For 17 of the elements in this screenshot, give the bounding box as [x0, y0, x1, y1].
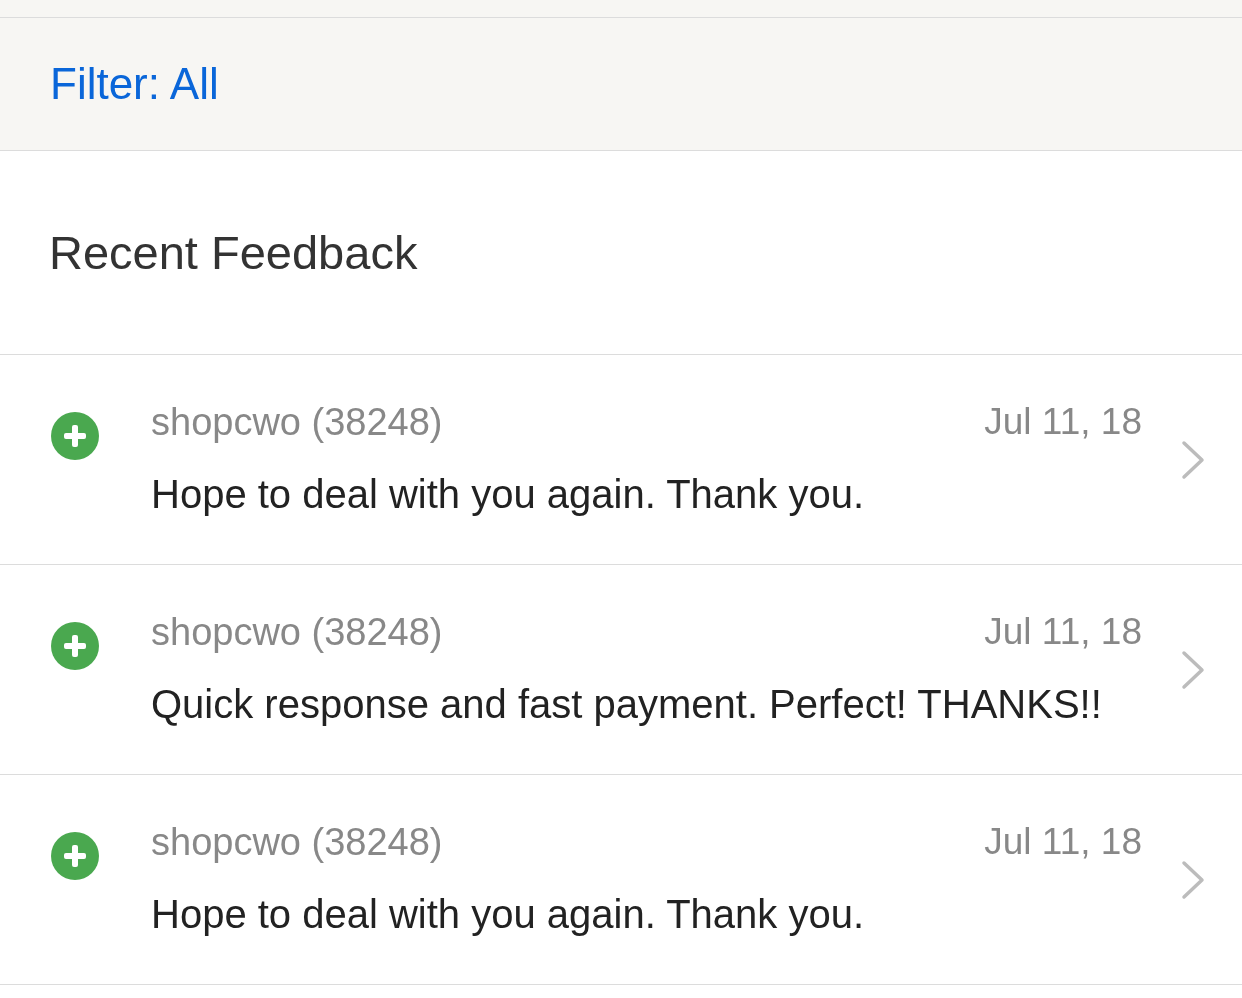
chevron-right-icon[interactable] — [1181, 649, 1205, 690]
seller-name: shopcwo (38248) — [151, 820, 443, 865]
section-title: Recent Feedback — [49, 224, 418, 281]
chevron-right-icon[interactable] — [1181, 439, 1205, 480]
seller-name: shopcwo (38248) — [151, 400, 443, 445]
feedback-date: Jul 11, 18 — [984, 400, 1142, 444]
filter-button[interactable]: Filter: All — [50, 58, 219, 110]
seller-name: shopcwo (38248) — [151, 610, 443, 655]
feedback-comment: Hope to deal with you again. Thank you. — [151, 891, 866, 938]
feedback-date: Jul 11, 18 — [984, 820, 1142, 864]
feedback-comment: Quick response and fast payment. Perfect! THANKS!! — [151, 681, 1103, 728]
feedback-date: Jul 11, 18 — [984, 610, 1142, 654]
plus-circle-icon — [51, 412, 99, 460]
chevron-right-icon[interactable] — [1181, 859, 1205, 900]
feedback-comment: Hope to deal with you again. Thank you. — [151, 471, 866, 518]
plus-circle-icon — [51, 832, 99, 880]
plus-circle-icon — [51, 622, 99, 670]
